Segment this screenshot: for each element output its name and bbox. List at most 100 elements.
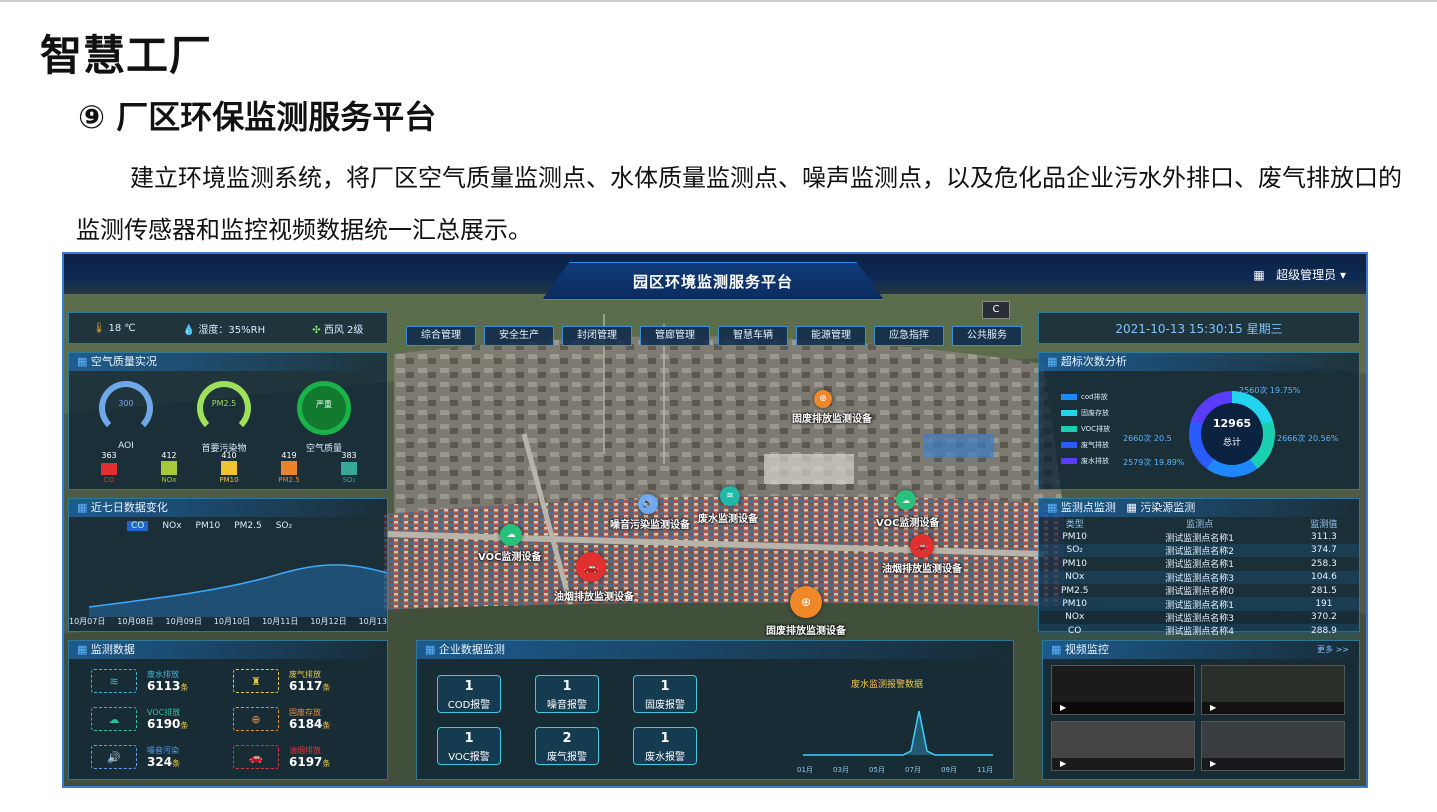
video-feed-2[interactable]: ▶: [1201, 665, 1345, 715]
alarm-card[interactable]: 1 VOC报警: [437, 727, 501, 765]
table-row[interactable]: CO 测试监测点名称4 288.9: [1039, 624, 1359, 638]
col-value: 监测值: [1310, 520, 1338, 531]
monitor-data-value: 6190条: [147, 717, 189, 731]
solid-waste-marker-icon[interactable]: ⊕: [790, 586, 822, 618]
wastewater-chart-title: 废水监测报警数据: [851, 680, 924, 690]
oil-fume-marker-icon[interactable]: 🚗: [910, 534, 934, 558]
monitor-data-item[interactable]: 🔊 噪音污染 324条: [91, 745, 231, 771]
tab-co[interactable]: CO: [127, 521, 149, 531]
exceed-label-4: 2660次 20.5: [1123, 434, 1172, 443]
monitor-data-item[interactable]: ♜ 废气排放 6117条: [233, 669, 373, 695]
nav-closed[interactable]: 封闭管理: [562, 326, 632, 346]
nav-pipe[interactable]: 管廊管理: [640, 326, 710, 346]
nav-comprehensive[interactable]: 综合管理: [406, 326, 476, 346]
tab-pm10[interactable]: PM10: [196, 521, 221, 531]
nav-public[interactable]: 公共服务: [952, 326, 1022, 346]
table-cell: 测试监测点名称0: [1165, 587, 1234, 598]
factory-icon: ♜: [233, 669, 279, 693]
table-row[interactable]: NOx 测试监测点名称3 370.2: [1039, 611, 1359, 624]
play-icon[interactable]: ▶: [1052, 702, 1194, 714]
month-label: 03月: [833, 766, 849, 774]
primary-pollutant-value: PM2.5: [211, 399, 237, 408]
table-cell: NOx: [1065, 612, 1085, 623]
play-icon[interactable]: ▶: [1202, 702, 1344, 714]
trend-date-label: 10月12日: [310, 617, 347, 626]
video-feed-3[interactable]: ▶: [1051, 721, 1195, 771]
alarm-card[interactable]: 2 废气报警: [535, 727, 599, 765]
voc-marker-icon[interactable]: ☁: [500, 524, 522, 546]
monitor-data-value: 6117条: [289, 679, 331, 693]
description-paragraph: 建立环境监测系统，将厂区空气质量监测点、水体质量监测点、噪声监测点，以及危化品企…: [76, 164, 1402, 244]
nav-emergency[interactable]: 应急指挥: [874, 326, 944, 346]
humidity-icon: 💧: [182, 324, 196, 336]
wastewater-marker-icon[interactable]: ≋: [720, 486, 740, 506]
col-type: 类型: [1065, 520, 1084, 531]
air-quality-title: ▦ 空气质量实况: [69, 353, 387, 371]
monitor-data-item[interactable]: ☁ VOC排放 6190条: [91, 707, 231, 733]
exceed-donut: 12965 总计: [1189, 391, 1275, 477]
trend-chart: [88, 564, 387, 617]
play-icon[interactable]: ▶: [1052, 758, 1194, 770]
pollutant-name: PM10: [219, 476, 239, 484]
air-quality-panel: ▦ 空气质量实况 300 AOI PM2.5 首要污染物 严重 空气质量 363…: [68, 352, 388, 490]
humidity: 💧 湿度：35%RH: [182, 324, 266, 336]
exceed-total: 12965: [1212, 417, 1252, 430]
table-row[interactable]: PM10 测试监测点名称1 191: [1039, 597, 1359, 611]
tab-monitor-points[interactable]: 监测点监测: [1061, 501, 1116, 514]
exceed-panel: ▦ 超标次数分析 cod排放 固废存放 VOC排放 废气排放 废水排放 12965 总计…: [1038, 352, 1360, 490]
table-cell: 测试监测点名称1: [1165, 533, 1234, 544]
refresh-button[interactable]: C: [982, 301, 1010, 319]
month-label: 11月: [977, 766, 993, 774]
alarm-card[interactable]: 1 废水报警: [633, 727, 697, 765]
table-cell: NOx: [1039, 570, 1111, 584]
tab-so2[interactable]: SO₂: [276, 521, 292, 531]
cloud-icon: ☁: [91, 707, 137, 731]
noise-marker-icon[interactable]: 🔊: [638, 494, 658, 514]
table-cell: 测试监测点名称3: [1165, 613, 1234, 624]
nav-safety[interactable]: 安全生产: [484, 326, 554, 346]
monitor-data-panel: ▦ 监测数据 ≋ 废水排放 6113条 ♜ 废气排放 6117条 ☁ VOC排放 6190条 ⊕ 固…: [68, 640, 388, 780]
table-row[interactable]: NOx 测试监测点名称3 104.6: [1039, 570, 1359, 584]
video-feed-1[interactable]: ▶: [1051, 665, 1195, 715]
more-link[interactable]: 更多 >>: [1317, 641, 1349, 659]
nav-vehicle[interactable]: 智慧车辆: [718, 326, 788, 346]
video-feed-4[interactable]: ▶: [1201, 721, 1345, 771]
legend-swatch: [1061, 442, 1077, 448]
tab-nox[interactable]: NOx: [162, 521, 181, 531]
tab-pollution-sources[interactable]: 污染源监测: [1140, 501, 1195, 514]
legend-label: 废水排放: [1081, 457, 1109, 465]
legend-item: cod排放: [1061, 389, 1110, 405]
month-label: 07月: [905, 766, 921, 774]
exceed-legend: cod排放 固废存放 VOC排放 废气排放 废水排放: [1061, 389, 1110, 469]
alarm-card[interactable]: 1 固废报警: [633, 675, 697, 713]
table-row[interactable]: PM10 测试监测点名称1 311.3: [1039, 530, 1359, 544]
wastewater-x-axis: 01月 03月 05月 07月 09月 11月: [797, 765, 993, 775]
trend-date-label: 10月11日: [262, 617, 299, 626]
table-cell: 测试监测点名称3: [1110, 570, 1289, 584]
monitor-data-item[interactable]: ≋ 废水排放 6113条: [91, 669, 231, 695]
voc-marker-icon[interactable]: ☁: [896, 490, 916, 510]
alarm-label: 固废报警: [645, 700, 685, 711]
user-menu[interactable]: ▦ 超级管理员 ▾: [1253, 266, 1346, 283]
pollutant-name: PM2.5: [278, 476, 300, 484]
exceed-label-1: 2560次 19.75%: [1239, 386, 1301, 395]
exceed-label-2: 2666次 20.56%: [1277, 434, 1339, 443]
monitor-data-value: 6113条: [147, 679, 189, 693]
tab-pm25[interactable]: PM2.5: [234, 521, 262, 531]
table-cell: PM10: [1062, 558, 1088, 569]
play-icon[interactable]: ▶: [1202, 758, 1344, 770]
table-row[interactable]: SO₂ 测试监测点名称2 374.7: [1039, 543, 1359, 558]
nav-energy[interactable]: 能源管理: [796, 326, 866, 346]
alarm-card[interactable]: 1 噪音报警: [535, 675, 599, 713]
alarm-card[interactable]: 1 COD报警: [437, 675, 501, 713]
pollutant-bar: [281, 461, 297, 475]
table-cell: 281.5: [1311, 585, 1337, 596]
monitor-data-item[interactable]: 🚗 油烟排放 6197条: [233, 745, 373, 771]
oil-fume-marker-icon[interactable]: 🚗: [576, 552, 606, 582]
legend-label: cod排放: [1081, 393, 1108, 401]
solid-waste-marker-icon[interactable]: ⊕: [814, 390, 832, 408]
table-cell: PM10: [1039, 597, 1111, 611]
monitor-data-item[interactable]: ⊕ 固废存放 6184条: [233, 707, 373, 733]
table-row[interactable]: PM10 测试监测点名称1 258.3: [1039, 557, 1359, 571]
table-row[interactable]: PM2.5 测试监测点名称0 281.5: [1039, 584, 1359, 598]
